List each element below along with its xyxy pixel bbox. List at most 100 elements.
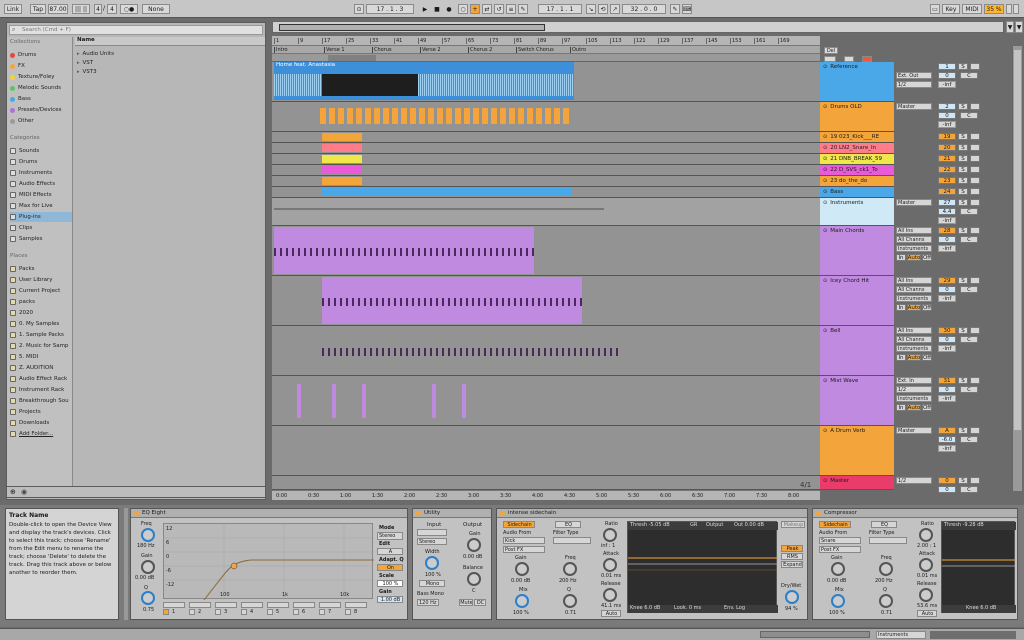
- scale-field[interactable]: 100 %: [377, 580, 403, 587]
- track-lane-14[interactable]: [272, 476, 820, 490]
- place-7[interactable]: 2. Music for Samp: [10, 341, 72, 351]
- fold-icon[interactable]: ⊙: [823, 156, 827, 162]
- sc-freq-knob[interactable]: [563, 562, 577, 576]
- monitor-off-11[interactable]: Off: [922, 354, 932, 361]
- track-activator-1[interactable]: 2: [938, 103, 956, 110]
- selected-track-indicator[interactable]: Instruments: [876, 631, 926, 639]
- category-4[interactable]: MIDI Effects: [10, 190, 72, 200]
- mist-clip-2[interactable]: [362, 384, 366, 418]
- place-6[interactable]: 1. Sample Packs: [10, 330, 72, 340]
- eq-display[interactable]: 12 6 0 -6 -12 100 1k 10k: [163, 523, 374, 601]
- eq-band-6[interactable]: 7: [319, 602, 343, 616]
- track-header-14[interactable]: ⊙ Master: [820, 476, 894, 490]
- track-routing-12[interactable]: Ext. In: [896, 377, 932, 384]
- metronome-button[interactable]: ○●: [120, 4, 138, 14]
- intense-on-icon[interactable]: [500, 510, 505, 516]
- comp-eq-toggle[interactable]: EQ: [871, 521, 897, 528]
- collection-1[interactable]: FX: [10, 61, 72, 71]
- punch-in-button[interactable]: ↘: [586, 4, 596, 14]
- sub-track-clip-5[interactable]: [322, 166, 362, 174]
- filter-shape-select-2[interactable]: [215, 602, 237, 608]
- collection-6[interactable]: Other: [10, 116, 72, 126]
- comp-mix-knob[interactable]: [831, 594, 845, 608]
- track-lane-10[interactable]: [272, 276, 820, 326]
- filter-shape-select-6[interactable]: [319, 602, 341, 608]
- track-header-5[interactable]: ⊙ 22 D_SVS_ck1_To: [820, 165, 894, 176]
- sub-track-clip-6[interactable]: [322, 177, 362, 185]
- sub-track-clip-2[interactable]: [322, 133, 362, 141]
- track-sub2-11[interactable]: Instruments: [896, 345, 932, 352]
- ratio-knob[interactable]: [603, 528, 617, 542]
- arm-button-7[interactable]: [970, 188, 980, 195]
- place-5[interactable]: 0. My Samples: [10, 319, 72, 329]
- monitor-auto-9[interactable]: Auto: [907, 254, 921, 261]
- track-header-3[interactable]: ⊙ 20 LN2_Snare_In: [820, 143, 894, 154]
- arm-button-1[interactable]: [970, 103, 980, 110]
- filter-shape-select-5[interactable]: [293, 602, 315, 608]
- arrangement-view[interactable]: Home feat. Anastasia: [272, 62, 820, 490]
- position-field[interactable]: 17 . 1 . 3: [366, 4, 414, 14]
- play-button[interactable]: ▶: [420, 4, 430, 14]
- loop-bar[interactable]: [272, 54, 820, 62]
- band-enable-2[interactable]: [215, 609, 221, 615]
- sidechain-toggle[interactable]: Sidechain: [503, 521, 535, 528]
- auto-release-toggle[interactable]: Auto: [601, 610, 621, 617]
- delete-button[interactable]: Del: [824, 47, 838, 54]
- track-routing-13[interactable]: Master: [896, 427, 932, 434]
- track-sub-12[interactable]: 1/2: [896, 386, 932, 393]
- pan-field-9[interactable]: C: [960, 236, 978, 243]
- eq-band-1[interactable]: 2: [189, 602, 213, 616]
- monitor-off-10[interactable]: Off: [922, 304, 932, 311]
- place-14[interactable]: Downloads: [10, 418, 72, 428]
- track-sub2-9[interactable]: Instruments: [896, 245, 932, 252]
- track-lane-13[interactable]: [272, 426, 820, 476]
- overview-toggle[interactable]: ▼: [1006, 21, 1014, 33]
- category-0[interactable]: Sounds: [10, 146, 72, 156]
- fold-icon[interactable]: ⊙: [823, 278, 827, 284]
- volume-field-9[interactable]: 0: [938, 236, 956, 243]
- add-icon[interactable]: ⊕: [10, 488, 16, 496]
- capture-button[interactable]: ≡: [506, 4, 516, 14]
- solo-button-1[interactable]: S: [958, 103, 968, 110]
- arrangement-overview[interactable]: [272, 21, 1004, 33]
- filter-shape-select-3[interactable]: [241, 602, 263, 608]
- sub-track-clip-3[interactable]: [322, 144, 362, 152]
- punch-out-button[interactable]: ↗: [610, 4, 620, 14]
- automation-arm-button[interactable]: ⇄: [482, 4, 492, 14]
- arm-button-9[interactable]: [970, 227, 980, 234]
- filter-shape-select-1[interactable]: [189, 602, 211, 608]
- locator-2[interactable]: Chorus: [372, 47, 392, 53]
- track-header-6[interactable]: ⊙ 23 do_the_do: [820, 176, 894, 187]
- locator-4[interactable]: Chorus 2: [468, 47, 492, 53]
- width-knob[interactable]: [425, 556, 439, 570]
- comp-freq-knob[interactable]: [879, 562, 893, 576]
- filter-type-buttons[interactable]: [553, 537, 591, 544]
- fold-icon[interactable]: ⊙: [823, 64, 827, 70]
- bar-ruler[interactable]: 1 9 17 25 33 41 49 57 65 73 81 89 97 105 113 121 129 137 1…: [272, 36, 820, 46]
- track-lane-5[interactable]: [272, 165, 820, 176]
- eq-toggle[interactable]: EQ: [555, 521, 581, 528]
- draw-mode-button[interactable]: ✎: [518, 4, 528, 14]
- vertical-scrollbar[interactable]: [1012, 46, 1022, 491]
- loop-length-field[interactable]: 32 . 0 . 0: [622, 4, 666, 14]
- track-sub2-10[interactable]: Instruments: [896, 295, 932, 302]
- category-1[interactable]: Drums: [10, 157, 72, 167]
- arm-button-5[interactable]: [970, 166, 980, 173]
- eq-band-2[interactable]: 3: [215, 602, 239, 616]
- solo-button-9[interactable]: S: [958, 227, 968, 234]
- track-header-11[interactable]: ⊙ Bell: [820, 326, 894, 376]
- search-input[interactable]: Search (Cmd + F): [9, 25, 263, 35]
- bass-mono-freq[interactable]: 120 Hz: [417, 599, 439, 606]
- metronome-select[interactable]: None: [142, 4, 170, 14]
- place-8[interactable]: 5. MIDI: [10, 352, 72, 362]
- solo-button-5[interactable]: S: [958, 166, 968, 173]
- track-lane-2[interactable]: [272, 132, 820, 143]
- overview-toggle-2[interactable]: ▼: [1015, 21, 1023, 33]
- track-activator-10[interactable]: 29: [938, 277, 956, 284]
- sub-track-clip-7[interactable]: [322, 188, 572, 196]
- link-button[interactable]: Link: [4, 4, 22, 14]
- collection-0[interactable]: Drums: [10, 50, 72, 60]
- monitor-off-9[interactable]: Off: [922, 254, 932, 261]
- place-9[interactable]: Z. AUDITION: [10, 363, 72, 373]
- track-activator-6[interactable]: 23: [938, 177, 956, 184]
